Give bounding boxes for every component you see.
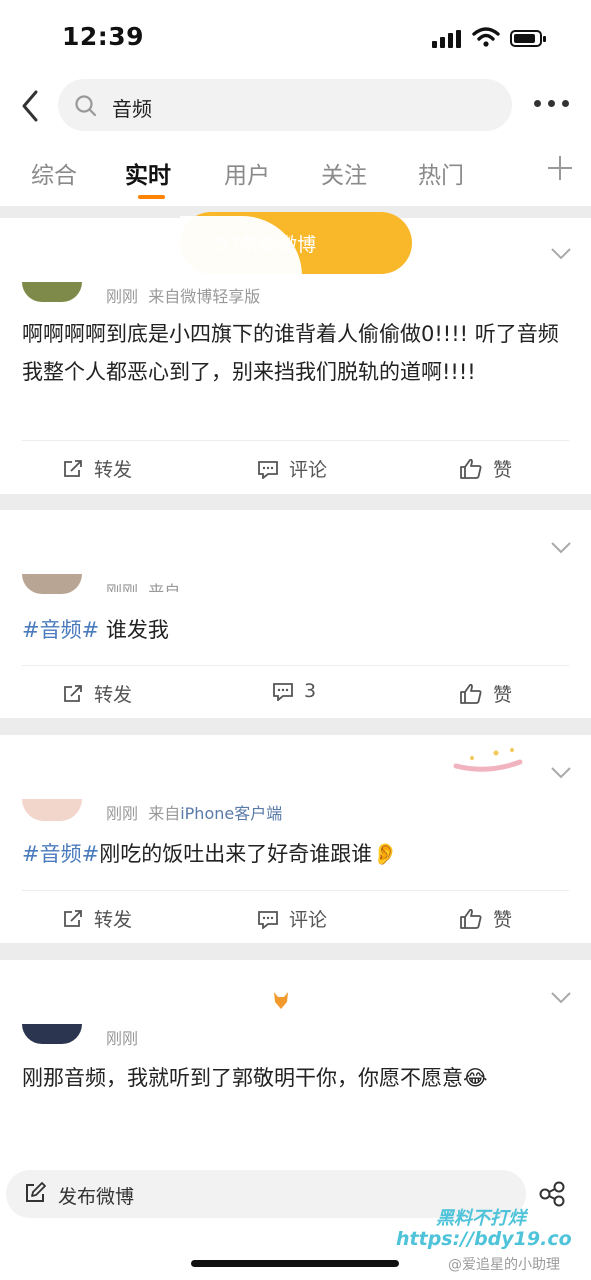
- fox-badge-icon: [274, 992, 288, 1009]
- comment-count: 3: [304, 680, 317, 702]
- post-time: 刚刚: [106, 582, 139, 592]
- sparkle-badge-icon: [453, 748, 523, 772]
- repost-icon: [64, 459, 82, 477]
- repost-label: 转发: [94, 909, 133, 931]
- back-arrow-icon[interactable]: [14, 86, 46, 126]
- repost-button[interactable]: 转发: [62, 680, 132, 707]
- search-header: 音频: [0, 74, 591, 138]
- chevron-down-icon[interactable]: [551, 992, 571, 1004]
- avatar[interactable]: [22, 282, 82, 302]
- like-button[interactable]: 赞: [459, 680, 512, 707]
- avatar[interactable]: [22, 799, 82, 821]
- wifi-icon: [472, 27, 500, 47]
- chevron-down-icon[interactable]: [551, 248, 571, 260]
- like-button[interactable]: 赞: [459, 905, 512, 932]
- status-bar: 12:39: [0, 0, 591, 74]
- home-indicator: [191, 1260, 399, 1267]
- post-card-4[interactable]: 刚刚 刚那音频，我就听到了郭敬明干你，你愿不愿意😂: [0, 960, 591, 1156]
- repost-label: 转发: [94, 459, 133, 481]
- post-text: 刚那音频，我就听到了郭敬明干你，你愿不愿意😂: [22, 1066, 488, 1090]
- search-query: 音频: [112, 97, 152, 121]
- compose-label: 发布微博: [58, 1186, 135, 1208]
- post-meta: 刚刚 来自微博轻享版: [106, 283, 260, 307]
- comment-button[interactable]: 3: [272, 680, 316, 702]
- repost-button[interactable]: 转发: [62, 905, 132, 932]
- comment-label: 评论: [289, 909, 328, 931]
- watermark-url: https://bdy19.co: [396, 1228, 572, 1250]
- post-source: 来自微博轻享版: [148, 287, 261, 306]
- post-text: 啊啊啊啊到底是小四旗下的谁背着人偷偷做0!!!! 听了音频我整个人都恶心到了，别…: [22, 322, 559, 384]
- status-time: 12:39: [62, 22, 145, 51]
- post-meta: 刚刚: [106, 1025, 138, 1049]
- thumbs-up-icon: [460, 458, 482, 479]
- repost-icon: [64, 684, 82, 702]
- post-text: #音频# 谁发我: [22, 618, 169, 642]
- repost-button[interactable]: 转发: [62, 455, 132, 482]
- chevron-down-icon[interactable]: [551, 767, 571, 779]
- hashtag-link[interactable]: #音频#: [22, 842, 99, 866]
- add-tab-icon[interactable]: [548, 156, 572, 180]
- hashtag-link[interactable]: #音频#: [22, 618, 99, 642]
- thumbs-up-icon: [460, 908, 482, 929]
- post-card-2[interactable]: 刚刚 来自 #音频# 谁发我 转发 3 赞: [0, 510, 591, 718]
- tab-following[interactable]: 关注: [321, 156, 367, 190]
- like-button[interactable]: 赞: [459, 455, 512, 482]
- cellular-signal-icon: [432, 30, 464, 48]
- battery-icon: [510, 30, 546, 47]
- like-label: 赞: [493, 684, 513, 706]
- tab-users[interactable]: 用户: [224, 156, 270, 190]
- comment-icon: [273, 683, 293, 701]
- watermark-handle: @爱追星的小助理: [448, 1257, 560, 1273]
- post-text: #音频#刚吃的饭吐出来了好奇谁跟谁👂: [22, 842, 399, 866]
- comment-label: 评论: [289, 459, 328, 481]
- watermark-title: 黑料不打烊: [436, 1208, 526, 1229]
- repost-label: 转发: [94, 684, 133, 706]
- search-tabs: 综合 实时 用户 关注 热门: [0, 138, 591, 206]
- share-icon[interactable]: [538, 1180, 566, 1208]
- tab-comprehensive[interactable]: 综合: [31, 156, 77, 190]
- like-label: 赞: [493, 909, 513, 931]
- post-source-link[interactable]: iPhone客户端: [180, 804, 282, 823]
- edit-icon: [26, 1182, 46, 1202]
- active-tab-indicator: [138, 195, 165, 199]
- like-label: 赞: [493, 459, 513, 481]
- repost-icon: [64, 909, 82, 927]
- post-time: 刚刚: [106, 1029, 139, 1048]
- comment-button[interactable]: 评论: [257, 905, 327, 932]
- comment-icon: [258, 460, 278, 479]
- post-source: 来自: [148, 582, 181, 592]
- chevron-down-icon[interactable]: [551, 542, 571, 554]
- post-time: 刚刚: [106, 804, 139, 823]
- thumbs-up-icon: [460, 683, 482, 704]
- search-input[interactable]: 音频: [58, 79, 512, 131]
- comment-button[interactable]: 评论: [257, 455, 327, 482]
- search-icon: [75, 95, 97, 117]
- more-options-icon[interactable]: [534, 100, 570, 110]
- tab-realtime[interactable]: 实时: [125, 156, 171, 190]
- tab-hot[interactable]: 热门: [418, 156, 464, 190]
- post-meta: 刚刚 来自iPhone客户端: [106, 804, 283, 823]
- comment-icon: [258, 910, 278, 929]
- avatar[interactable]: [22, 1024, 82, 1044]
- post-meta: 刚刚 来自: [106, 578, 180, 592]
- post-time: 刚刚: [106, 287, 139, 306]
- avatar[interactable]: [22, 574, 82, 594]
